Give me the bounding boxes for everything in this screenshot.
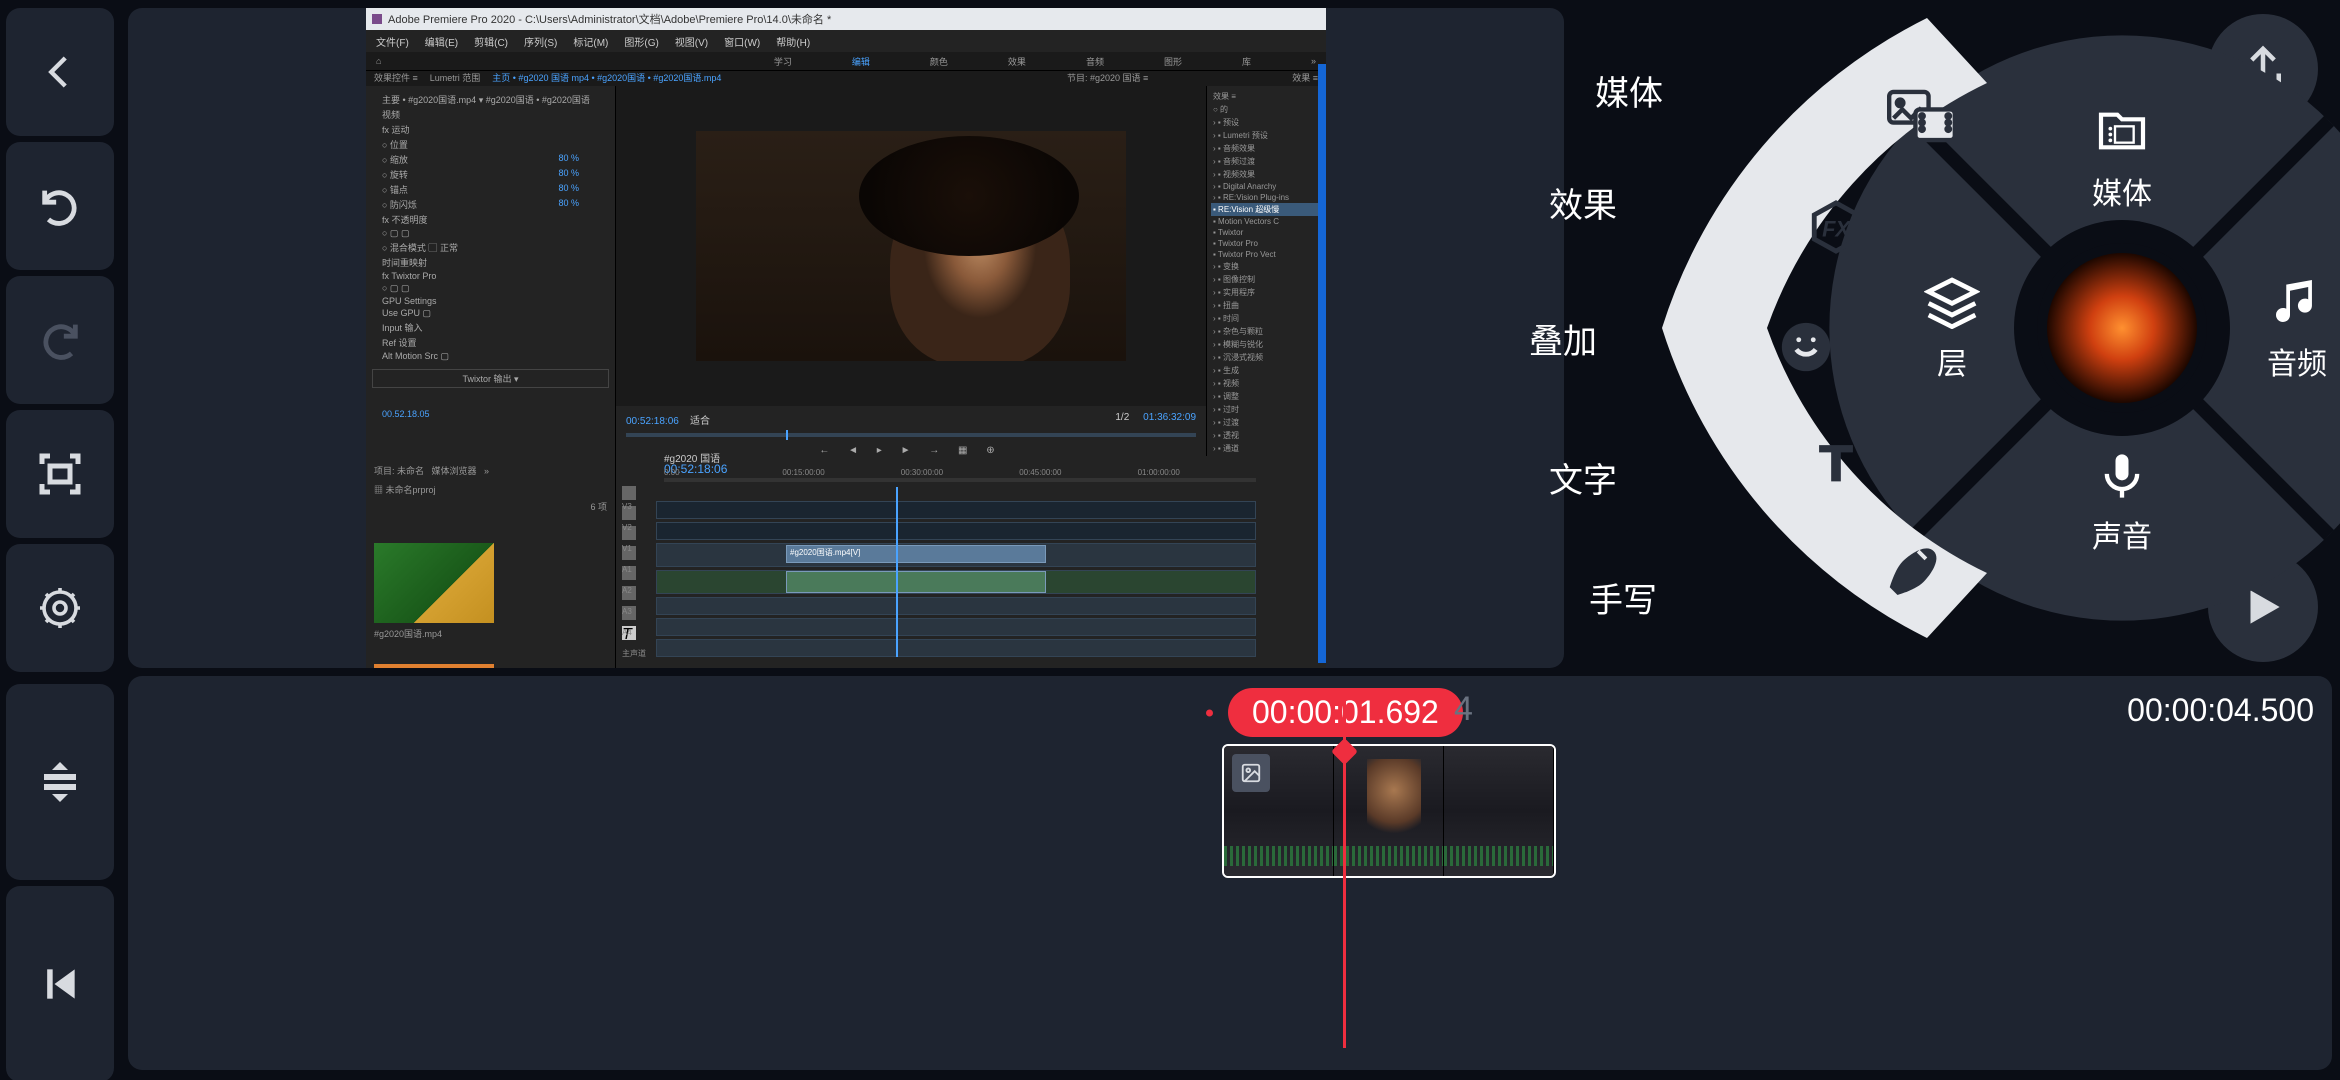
- tools-wheel-area: 媒体 音频 声音 层: [1572, 8, 2332, 668]
- redo-button[interactable]: [6, 276, 114, 404]
- fx-hex-icon: FX: [1807, 198, 1865, 256]
- wheel-voice[interactable]: 声音: [2092, 450, 2152, 556]
- preview-video: Adobe Premiere Pro 2020 - C:\Users\Admin…: [366, 8, 1326, 663]
- submenu-label-handwrite: 手写: [1567, 573, 1657, 622]
- pr-titlebar: Adobe Premiere Pro 2020 - C:\Users\Admin…: [366, 8, 1326, 30]
- pr-menubar: 文件(F)编辑(E)剪辑(C)序列(S)标记(M)图形(G)视图(V)窗口(W)…: [366, 30, 1326, 52]
- text-icon: [1807, 433, 1865, 491]
- submenu-handwrite[interactable]: [1882, 533, 1944, 595]
- frame-number: 4: [1454, 690, 1473, 729]
- duration-timecode: 00:00:04.500: [2127, 692, 2314, 729]
- timeline-panel[interactable]: 00:00:01.692 4 00:00:04.500: [128, 676, 2332, 1070]
- submenu-label-effect: 效果: [1527, 178, 1617, 227]
- timeline-clip[interactable]: [1222, 744, 1556, 878]
- submenu-label-text: 文字: [1527, 453, 1617, 502]
- timeline-expand-button[interactable]: [6, 684, 114, 880]
- wheel-media[interactable]: 媒体: [2092, 103, 2152, 213]
- music-note-icon: [2269, 273, 2325, 329]
- wheel-audio[interactable]: 音频: [2267, 273, 2327, 383]
- jump-start-button[interactable]: [6, 886, 114, 1080]
- capture-button[interactable]: [6, 410, 114, 538]
- image-video-icon: [1887, 88, 1957, 144]
- settings-button[interactable]: [6, 544, 114, 672]
- svg-text:FX: FX: [1822, 217, 1851, 242]
- submenu-overlay[interactable]: [1777, 318, 1835, 376]
- layer-submenu: FX 媒体 效果 叠加 文字 手写: [1627, 18, 1997, 638]
- microphone-icon: [2096, 450, 2148, 502]
- playhead[interactable]: [1343, 688, 1346, 1048]
- submenu-text[interactable]: [1807, 433, 1865, 491]
- back-button[interactable]: [6, 8, 114, 136]
- submenu-media[interactable]: [1887, 88, 1957, 144]
- image-icon: [1232, 754, 1270, 792]
- pr-timeline-panel: T #g2020 国语 00:52:18:06 0:0000:15:00:000…: [616, 456, 1266, 668]
- left-toolbar: [0, 0, 120, 1080]
- folder-film-icon: [2094, 103, 2150, 159]
- pr-effect-controls: 主要 • #g2020国语.mp4 ▾ #g2020国语 • #g2020国语 …: [366, 86, 616, 456]
- submenu-effect[interactable]: FX: [1807, 198, 1865, 256]
- submenu-label-overlay: 叠加: [1507, 314, 1597, 363]
- pr-project-panel: 项目: 未命名 媒体浏览器 » ▦ 未命名prproj 6 项 #g2020国语…: [366, 456, 616, 668]
- sticker-icon: [1777, 318, 1835, 376]
- submenu-label-media: 媒体: [1573, 66, 1663, 115]
- undo-button[interactable]: [6, 142, 114, 270]
- pen-icon: [1882, 533, 1944, 595]
- pr-effects-panel: 效果 ≡ ○ 的 › ▪ 预设 › ▪ Lumetri 预设 › ▪ 音频效果 …: [1206, 86, 1326, 456]
- wheel-hub-logo[interactable]: [2037, 243, 2207, 413]
- preview-stage[interactable]: Adobe Premiere Pro 2020 - C:\Users\Admin…: [128, 8, 1564, 668]
- pr-program-monitor: [616, 86, 1206, 406]
